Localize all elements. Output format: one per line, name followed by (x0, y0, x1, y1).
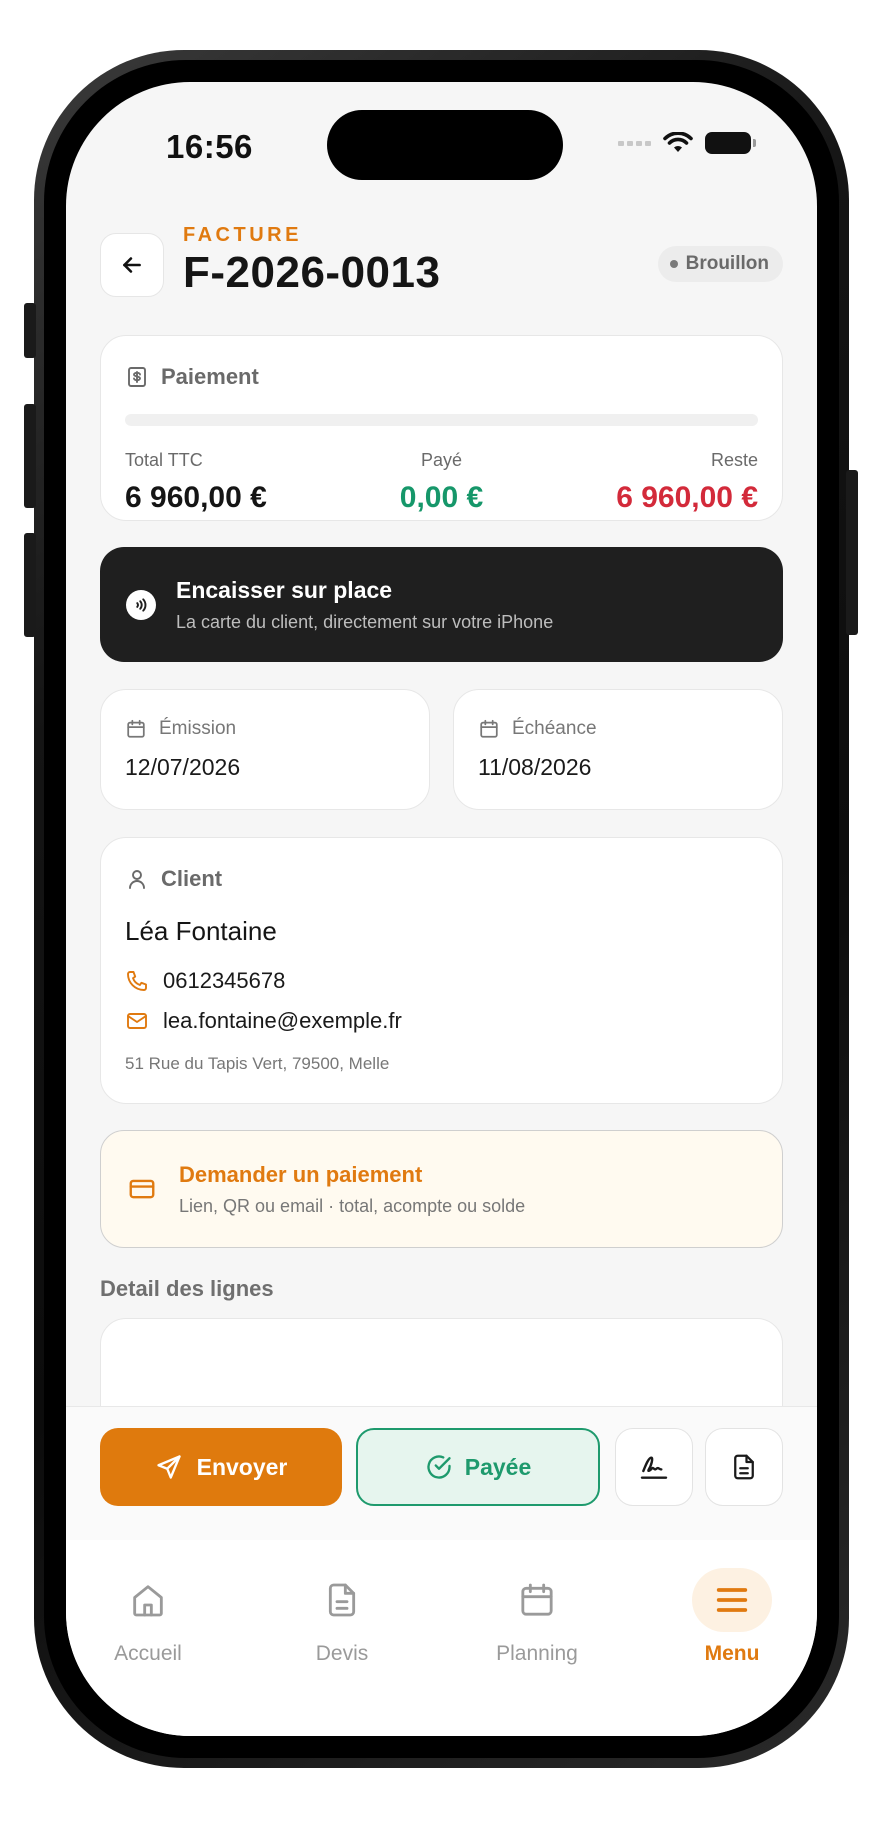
issue-date-card: Émission 12/07/2026 (100, 689, 430, 810)
cellular-signal-icon (618, 140, 651, 146)
tab-bar: Accueil Devis Planning Menu (66, 1540, 817, 1736)
document-icon (328, 1583, 356, 1617)
tap-to-pay-text: Encaisser sur place La carte du client, … (176, 577, 553, 633)
tab-planning-label: Planning (496, 1642, 578, 1665)
send-button-label: Envoyer (196, 1453, 288, 1480)
phone-icon (127, 971, 147, 991)
user-icon (129, 870, 145, 889)
client-card-header: Client (125, 866, 222, 892)
file-text-icon (734, 1454, 754, 1480)
status-time: 16:56 (166, 128, 253, 165)
calendar-icon (521, 1583, 553, 1616)
status-badge: Brouillon (657, 246, 783, 282)
issue-date-header: Émission (125, 718, 236, 740)
receipt-icon (128, 367, 146, 387)
action-bar: Envoyer Payée (66, 1406, 817, 1540)
mark-paid-button[interactable]: Payée (356, 1428, 600, 1506)
send-icon (156, 1455, 181, 1479)
tap-to-pay-subtitle: La carte du client, directement sur votr… (176, 611, 554, 632)
credit-card-icon (129, 1179, 155, 1199)
home-icon (133, 1585, 163, 1617)
status-indicators (618, 132, 756, 154)
client-card: Client Léa Fontaine 0612345678 lea.fonta… (100, 837, 783, 1104)
remaining-column: Reste 6 960,00 € (616, 450, 758, 515)
request-payment-subtitle: Lien, QR ou email · total, acompte ou so… (179, 1195, 526, 1216)
calendar-icon (480, 719, 498, 738)
tab-devis-label: Devis (315, 1642, 369, 1665)
payment-card-header: Paiement (125, 364, 259, 390)
status-dot-icon (669, 260, 678, 268)
tap-to-pay-title: Encaisser sur place (176, 576, 393, 603)
mark-paid-button-label: Payée (464, 1453, 532, 1480)
issue-date-label: Émission (159, 718, 237, 739)
menu-icon (716, 1588, 748, 1612)
tab-planning[interactable]: Planning (457, 1558, 617, 1666)
client-email: lea.fontaine@exemple.fr (163, 1008, 402, 1033)
client-name: Léa Fontaine (125, 916, 277, 946)
wifi-icon (663, 132, 693, 152)
tab-accueil[interactable]: Accueil (68, 1558, 228, 1666)
request-payment-text: Demander un paiement Lien, QR ou email ·… (179, 1162, 525, 1217)
tab-menu-highlight (692, 1568, 772, 1632)
volume-up-button (24, 404, 36, 508)
remaining-label: Reste (710, 450, 758, 470)
remaining-value: 6 960,00 € (616, 481, 758, 514)
pdf-button[interactable] (705, 1428, 783, 1506)
check-circle-icon (427, 1455, 451, 1479)
client-address: 51 Rue du Tapis Vert, 79500, Melle (125, 1054, 390, 1073)
due-date-card: Échéance 11/08/2026 (453, 689, 783, 810)
back-button[interactable] (100, 233, 164, 297)
status-badge-label: Brouillon (685, 253, 769, 274)
contactless-icon (126, 589, 156, 620)
tab-menu[interactable]: Menu (652, 1558, 812, 1666)
signature-button[interactable] (615, 1428, 693, 1506)
volume-down-button (24, 533, 36, 637)
header: FACTURE F-2026-0013 Brouillon (100, 224, 783, 304)
tab-menu-label: Menu (704, 1642, 760, 1665)
client-phone: 0612345678 (163, 968, 286, 993)
page-title: F-2026-0013 (183, 248, 441, 297)
request-payment-title: Demander un paiement (179, 1161, 423, 1187)
payment-progress-bar (125, 414, 758, 426)
due-date-label: Échéance (512, 718, 597, 739)
power-button (846, 470, 858, 635)
due-date-value: 11/08/2026 (478, 754, 592, 780)
mail-icon (127, 1013, 147, 1029)
payment-card: Paiement Total TTC 6 960,00 € Payé 0,00 … (100, 335, 783, 521)
client-email-link[interactable]: lea.fontaine@exemple.fr (125, 1008, 402, 1034)
client-card-title: Client (161, 866, 223, 891)
dynamic-island (327, 110, 563, 180)
arrow-left-icon (123, 257, 141, 273)
signature-icon (640, 1456, 668, 1479)
lines-section-title: Detail des lignes (100, 1276, 274, 1301)
document-type-label: FACTURE (183, 224, 302, 246)
tab-devis[interactable]: Devis (262, 1558, 422, 1666)
due-date-header: Échéance (478, 718, 597, 740)
tab-accueil-label: Accueil (114, 1642, 182, 1665)
screen: 16:56 FACTURE F-2026-0013 Brouillon Paie… (66, 82, 817, 1736)
mute-switch (24, 303, 36, 358)
request-payment-button[interactable]: Demander un paiement Lien, QR ou email ·… (100, 1130, 783, 1248)
tap-to-pay-button[interactable]: Encaisser sur place La carte du client, … (100, 547, 783, 662)
send-button[interactable]: Envoyer (100, 1428, 342, 1506)
battery-icon (705, 132, 756, 154)
payment-card-title: Paiement (161, 364, 259, 389)
calendar-icon (127, 719, 145, 738)
client-phone-link[interactable]: 0612345678 (125, 968, 285, 994)
issue-date-value: 12/07/2026 (125, 754, 241, 780)
